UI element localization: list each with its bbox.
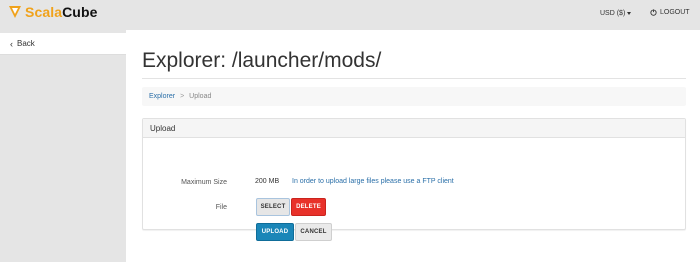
logo-text: ScalaCube (25, 4, 98, 20)
back-button[interactable]: ‹ Back (0, 33, 126, 55)
top-bar: ScalaCube USD ($) LOGOUT (0, 0, 700, 30)
breadcrumb: Explorer > Upload (142, 87, 686, 106)
main-content: Explorer: /launcher/mods/ Explorer > Upl… (126, 30, 700, 262)
title-divider (142, 78, 686, 79)
file-label: File (215, 204, 227, 211)
max-size-label: Maximum Size (181, 179, 227, 186)
logout-label: LOGOUT (660, 9, 690, 16)
logo[interactable]: ScalaCube (8, 4, 98, 20)
ftp-note: In order to upload large files please us… (292, 178, 454, 185)
max-size-value: 200 MB (255, 178, 280, 185)
chevron-left-icon: ‹ (10, 38, 13, 49)
upload-button[interactable]: UPLOAD (256, 223, 294, 241)
page-title: Explorer: /launcher/mods/ (142, 49, 382, 72)
select-file-button[interactable]: SELECT (256, 198, 290, 216)
cancel-button[interactable]: CANCEL (295, 223, 332, 241)
logout-link[interactable]: LOGOUT (650, 9, 690, 16)
panel-heading: Upload (143, 119, 685, 138)
breadcrumb-upload: Upload (189, 93, 212, 100)
currency-dropdown[interactable]: USD ($) (600, 10, 632, 17)
caret-down-icon (627, 12, 632, 15)
currency-label: USD ($) (600, 10, 626, 17)
logout-icon (650, 9, 657, 16)
back-label: Back (17, 39, 35, 48)
logo-icon (9, 6, 21, 18)
upload-panel: Upload Maximum Size 200 MB In order to u… (142, 118, 686, 241)
delete-file-button[interactable]: DELETE (291, 198, 326, 216)
breadcrumb-separator: > (180, 93, 185, 100)
sidebar: ‹ Back (0, 30, 126, 262)
breadcrumb-explorer[interactable]: Explorer (149, 93, 175, 100)
